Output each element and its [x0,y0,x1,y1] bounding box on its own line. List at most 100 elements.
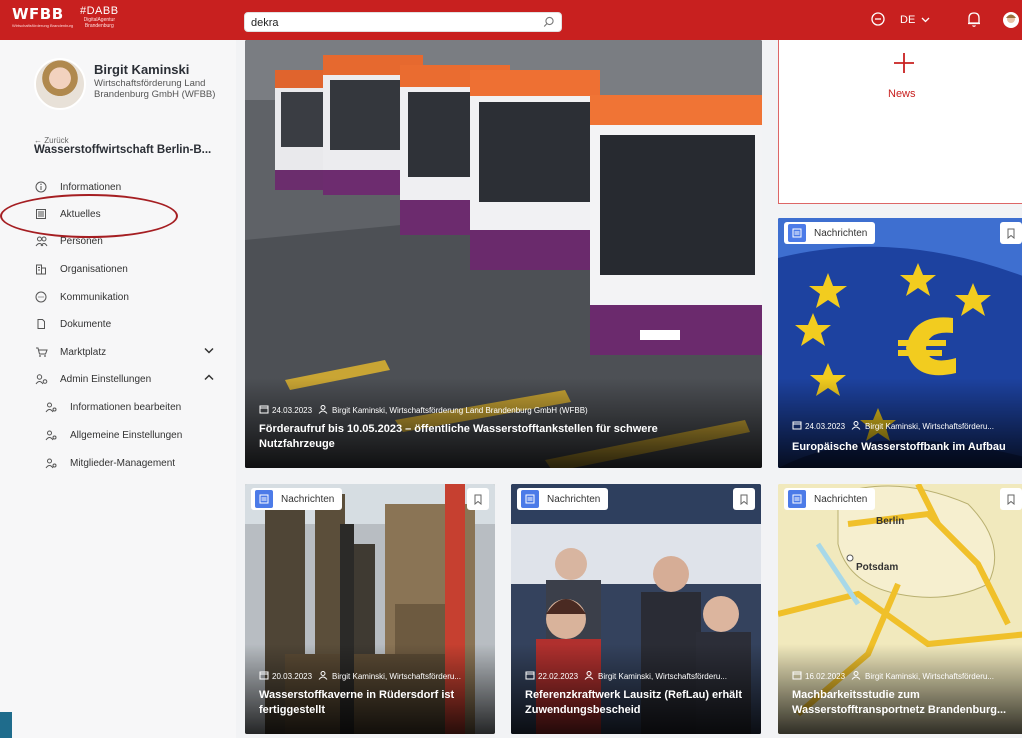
bookmark-icon[interactable] [733,488,755,510]
card-title[interactable]: Referenzkraftwerk Lausitz (RefLau) erhäl… [525,688,757,718]
card-title[interactable]: Machbarkeitsstudie zum Wasserstofftransp… [792,688,1022,718]
person-icon [318,670,328,682]
admin-icon [34,372,48,386]
article-icon [788,224,806,242]
info-icon [34,180,48,194]
user-gear-icon [44,456,58,470]
card-date: 22.02.2023 [538,671,579,681]
news-card-lausitz[interactable]: Nachrichten 22.02.2023 Birgit Kaminski, … [511,484,761,734]
building-icon [34,262,48,276]
top-bar: WFBB Wirtschaftsförderung Brandenburg #D… [0,0,1022,40]
news-card-kaverne[interactable]: Nachrichten 20.03.2023 Birgit Kaminski, … [245,484,495,734]
dabb-logo[interactable]: #DABB DigitalAgentur Brandenburg [80,5,119,29]
highlight-ellipse [0,194,178,238]
card-author: Birgit Kaminski, Wirtschaftsförderung La… [332,405,588,415]
wfbb-logo[interactable]: WFBB Wirtschaftsförderung Brandenburg [12,5,73,28]
bookmark-icon[interactable] [1000,222,1022,244]
sidebar-subitem-label: Informationen bearbeiten [70,401,182,413]
add-news-tile[interactable]: News [778,40,1022,204]
category-badge: Nachrichten [251,488,343,510]
news-card-studie[interactable]: Berlin Potsdam Nachrichten 16.02.2023 Bi… [778,484,1022,734]
bookmark-icon[interactable] [467,488,489,510]
category-badge: Nachrichten [784,222,876,244]
map-label-berlin: Berlin [876,516,905,527]
map-label-potsdam: Potsdam [856,562,899,573]
person-icon [584,670,594,682]
featured-news-card[interactable]: 24.03.2023 Birgit Kaminski, Wirtschaftsf… [245,40,762,468]
sidebar-subitem-informationen-bearbeiten[interactable]: Informationen bearbeiten [44,398,234,416]
card-meta: 16.02.2023 Birgit Kaminski, Wirtschaftsf… [792,670,1022,682]
language-label: DE [900,14,916,26]
user-gear-icon [44,400,58,414]
user-name: Birgit Kaminski [94,62,190,77]
sidebar-item-dokumente[interactable]: Dokumente [34,315,224,333]
group-title: Wasserstoffwirtschaft Berlin-B... [34,144,212,156]
logo-text: WFBB [12,5,64,23]
sidebar-item-label: Kommunikation [60,291,129,303]
card-title[interactable]: Förderaufruf bis 10.05.2023 – öffentlich… [259,422,709,452]
article-icon [521,490,539,508]
logo-subtitle: Wirtschaftsförderung Brandenburg [12,23,74,28]
person-icon [318,404,328,416]
sidebar-item-organisationen[interactable]: Organisationen [34,260,224,278]
card-title[interactable]: Wasserstoffkaverne in Rüdersdorf ist fer… [259,688,484,718]
card-author: Birgit Kaminski, Wirtschaftsförderu... [598,671,727,681]
search-input[interactable] [245,14,535,32]
document-icon [34,317,48,331]
card-meta: 24.03.2023 Birgit Kaminski, Wirtschaftsf… [259,404,588,416]
card-author: Birgit Kaminski, Wirtschaftsförderu... [865,421,994,431]
card-date: 24.03.2023 [805,421,846,431]
sidebar-item-kommunikation[interactable]: Kommunikation [34,288,224,306]
category-label: Nachrichten [547,493,601,505]
card-meta: 20.03.2023 Birgit Kaminski, Wirtschaftsf… [259,670,491,682]
logo2-subtitle-2: Brandenburg [84,23,114,29]
sidebar-item-marktplatz[interactable]: Marktplatz [34,343,224,361]
article-icon [788,490,806,508]
search-box [244,12,562,32]
category-label: Nachrichten [814,493,868,505]
sidebar-subitem-mitglieder-management[interactable]: Mitglieder-Management [44,454,234,472]
sidebar-item-label: Informationen [60,181,122,193]
sidebar: Birgit Kaminski Wirtschaftsförderung Lan… [0,40,236,738]
category-badge: Nachrichten [517,488,609,510]
sidebar-subitem-allgemeine-einstellungen[interactable]: Allgemeine Einstellungen [44,426,234,444]
user-gear-icon [44,428,58,442]
sidebar-item-admin-einstellungen[interactable]: Admin Einstellungen [34,370,224,388]
card-date: 20.03.2023 [272,671,313,681]
category-label: Nachrichten [814,227,868,239]
cart-icon [34,345,48,359]
category-badge: Nachrichten [784,488,876,510]
logo2-text: #DABB [80,5,119,17]
category-label: Nachrichten [281,493,335,505]
sidebar-item-label: Admin Einstellungen [60,373,152,385]
calendar-icon [259,670,269,682]
bell-icon[interactable] [966,10,982,31]
calendar-icon [525,670,535,682]
user-avatar[interactable] [1002,11,1020,32]
plus-icon [893,50,915,81]
avatar[interactable] [34,58,86,110]
bookmark-icon[interactable] [1000,488,1022,510]
card-meta: 22.02.2023 Birgit Kaminski, Wirtschaftsf… [525,670,757,682]
news-label: News [888,88,916,100]
chat-icon[interactable] [870,11,886,30]
card-author: Birgit Kaminski, Wirtschaftsförderu... [865,671,994,681]
person-icon [851,670,861,682]
card-author: Birgit Kaminski, Wirtschaftsförderu... [332,671,461,681]
user-organization: Wirtschaftsförderung Land Brandenburg Gm… [94,78,216,100]
card-title[interactable]: Europäische Wasserstoffbank im Aufbau [792,440,1022,455]
card-date: 16.02.2023 [805,671,846,681]
sidebar-item-informationen[interactable]: Informationen [34,178,224,196]
person-icon [851,420,861,432]
chevron-up-icon[interactable] [204,373,214,384]
card-date: 24.03.2023 [272,405,313,415]
search-icon[interactable] [543,15,555,33]
people-icon [34,234,48,248]
sidebar-item-label: Marktplatz [60,346,107,358]
language-selector[interactable]: DE [900,14,930,26]
sidebar-item-label: Organisationen [60,263,128,275]
news-card-eu[interactable]: Nachrichten 24.03.2023 Birgit Kaminski, … [778,218,1022,468]
calendar-icon [792,670,802,682]
chevron-down-icon[interactable] [204,346,214,357]
side-edge-tab[interactable] [0,712,12,738]
